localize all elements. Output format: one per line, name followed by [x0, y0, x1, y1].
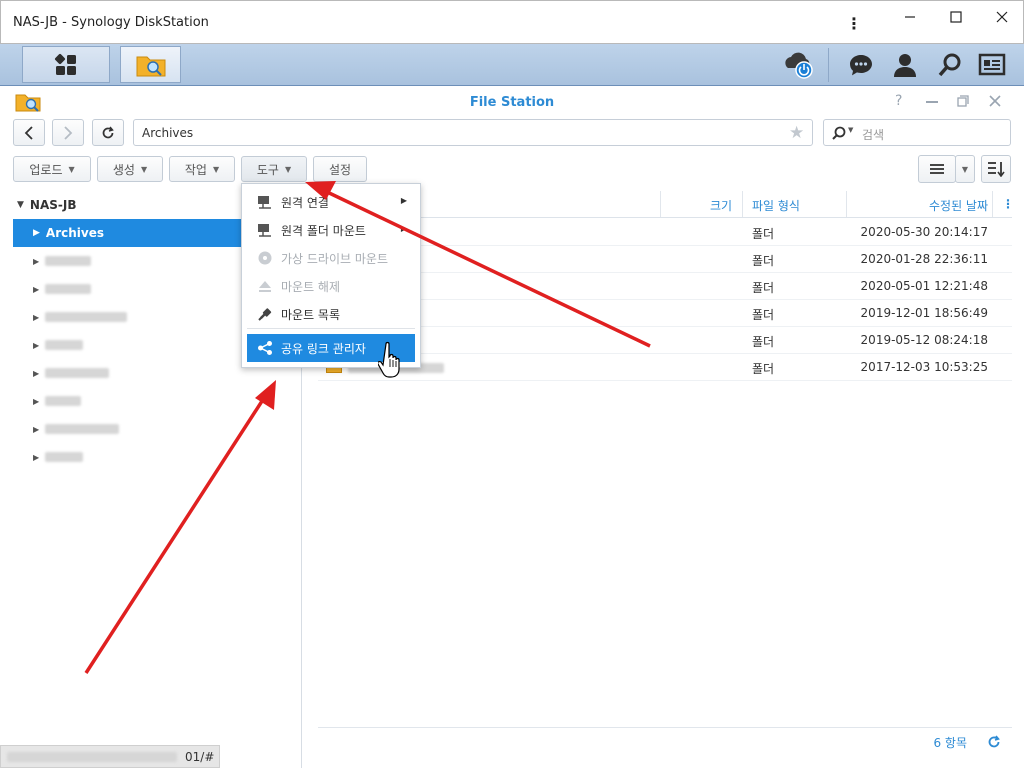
annotation-arrow-to-menu [84, 397, 266, 674]
annotation-arrow-to-tools [324, 189, 651, 348]
annotation-arrows [84, 181, 651, 674]
arrow-head [305, 181, 336, 200]
